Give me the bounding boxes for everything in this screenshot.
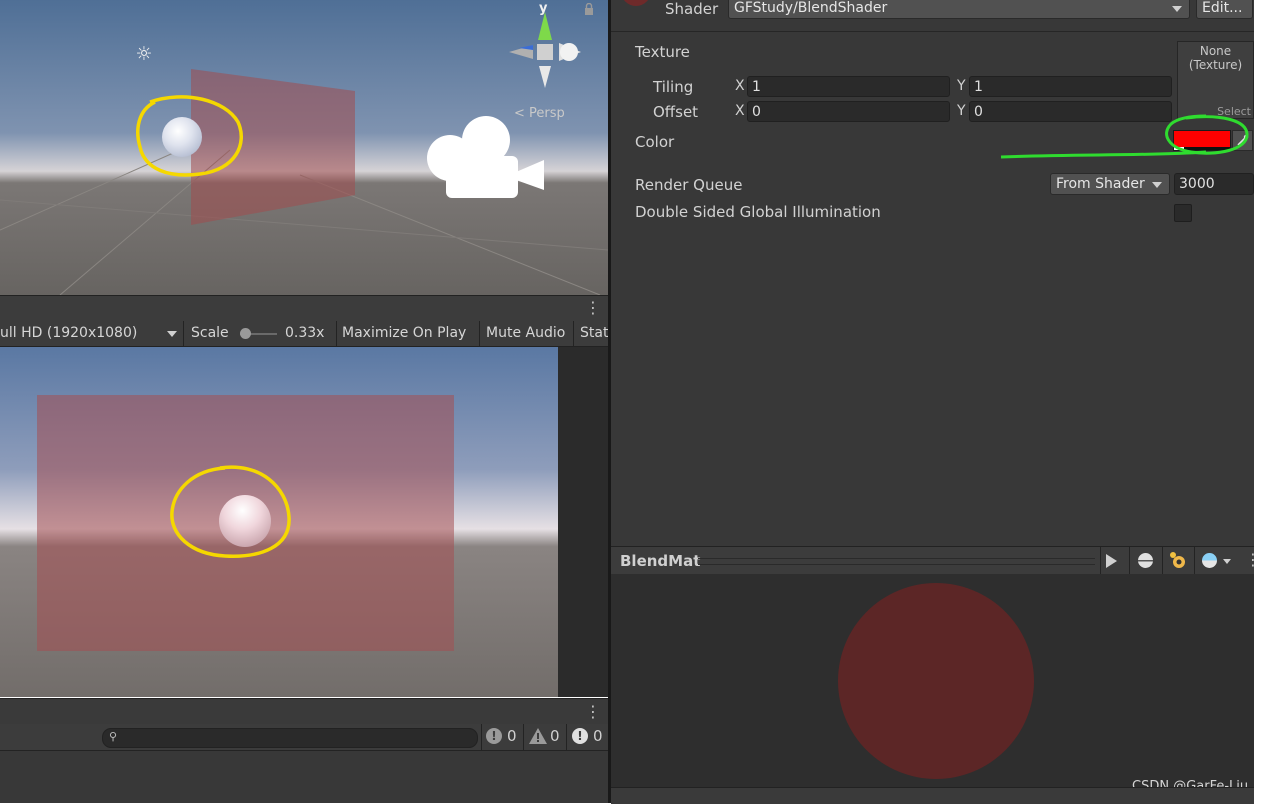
info-count: 0 <box>507 727 517 745</box>
svg-text:y: y <box>539 1 548 16</box>
tiling-label: Tiling <box>653 78 694 96</box>
yellow-annotation <box>136 95 243 177</box>
tiling-x-input[interactable]: 1 <box>747 76 950 97</box>
info-icon: ! <box>486 728 502 744</box>
more-options-icon[interactable]: ⋮ <box>585 704 601 720</box>
color-label: Color <box>635 133 675 151</box>
yellow-annotation <box>170 465 291 558</box>
error-icon: ! <box>572 728 588 744</box>
scale-slider[interactable] <box>240 328 277 339</box>
offset-x-input[interactable]: 0 <box>747 101 950 122</box>
texture-slot-type: (Texture) <box>1188 58 1243 72</box>
texture-slot-none: None <box>1199 44 1232 58</box>
stats-button[interactable]: Stat <box>580 321 608 346</box>
scene-gizmo-icon[interactable]: y <box>503 0 583 92</box>
resolution-dropdown[interactable]: ull HD (1920x1080) <box>0 321 182 346</box>
preview-header: BlendMat ⋮ <box>611 546 1261 575</box>
offset-label: Offset <box>653 103 699 121</box>
shader-dropdown[interactable]: GFStudy/BlendShader <box>728 0 1190 19</box>
console-log-area[interactable] <box>0 751 608 803</box>
render-queue-dropdown[interactable]: From Shader <box>1050 173 1170 195</box>
tiling-y-input[interactable]: 1 <box>969 76 1172 97</box>
lock-icon[interactable] <box>583 2 595 15</box>
render-queue-label: Render Queue <box>635 176 743 194</box>
preview-title: BlendMat <box>620 552 701 570</box>
preview-footer <box>611 787 1254 804</box>
console-search-input[interactable]: ⚲ <box>102 728 478 748</box>
game-view-gutter <box>558 347 608 697</box>
scale-label: Scale <box>191 325 229 341</box>
error-count: 0 <box>593 727 603 745</box>
scene-view[interactable]: ☼ y < Persp <box>0 0 608 295</box>
chevron-down-icon <box>1172 6 1182 12</box>
offset-x-label: X <box>735 103 745 119</box>
light-icon[interactable] <box>1169 551 1187 570</box>
tiling-y-label: Y <box>957 78 966 94</box>
dsgi-label: Double Sided Global Illumination <box>635 203 881 221</box>
console-tab-bar: ⋮ <box>0 698 608 725</box>
window-edge <box>1254 0 1267 803</box>
maximize-on-play-button[interactable]: Maximize On Play <box>342 321 466 346</box>
edit-shader-button[interactable]: Edit... <box>1196 0 1253 19</box>
chevron-down-icon <box>167 331 177 337</box>
play-icon[interactable] <box>1106 554 1117 568</box>
render-queue-mode: From Shader <box>1056 176 1145 192</box>
material-inspector: Shader GFStudy/BlendShader Edit... Textu… <box>611 0 1254 546</box>
camera-icon[interactable] <box>424 112 546 204</box>
texture-slot[interactable]: None (Texture) Select <box>1177 41 1254 119</box>
mute-audio-button[interactable]: Mute Audio <box>486 321 565 346</box>
texture-label: Texture <box>635 43 690 61</box>
shader-label: Shader <box>665 0 719 18</box>
game-view[interactable] <box>0 347 558 697</box>
console-toolbar: ⚲ ! 0 0 ! 0 <box>0 724 608 751</box>
preview-sphere-icon[interactable] <box>1138 553 1153 568</box>
header-divider <box>611 31 1254 32</box>
shader-value: GFStudy/BlendShader <box>734 0 888 16</box>
offset-y-label: Y <box>957 103 966 119</box>
warning-icon <box>529 728 547 744</box>
scale-value: 0.33x <box>285 325 325 341</box>
scale-slider-handle[interactable] <box>240 328 251 339</box>
material-preview[interactable]: CSDN @GarFe-Liu <box>611 574 1254 794</box>
skybox-icon[interactable] <box>1202 553 1217 568</box>
more-options-icon[interactable]: ⋮ <box>585 300 601 316</box>
resolution-label: ull HD (1920x1080) <box>0 325 138 341</box>
game-tab-bar: ⋮ <box>0 295 608 322</box>
warning-count: 0 <box>550 727 560 745</box>
sun-icon[interactable]: ☼ <box>134 44 154 64</box>
game-toolbar: ull HD (1920x1080) Scale 0.33x Maximize … <box>0 321 608 347</box>
render-queue-input[interactable]: 3000 <box>1174 173 1254 195</box>
material-thumbnail <box>621 0 651 6</box>
green-annotation <box>1000 114 1249 159</box>
search-icon: ⚲ <box>109 730 118 743</box>
chevron-down-icon[interactable] <box>1223 559 1231 564</box>
dsgi-checkbox[interactable] <box>1174 204 1192 222</box>
tiling-x-label: X <box>735 78 745 94</box>
preview-drag-handle[interactable] <box>698 558 1095 565</box>
preview-sphere <box>838 583 1034 779</box>
chevron-down-icon <box>1152 182 1162 188</box>
edit-button-label: Edit... <box>1202 0 1243 16</box>
